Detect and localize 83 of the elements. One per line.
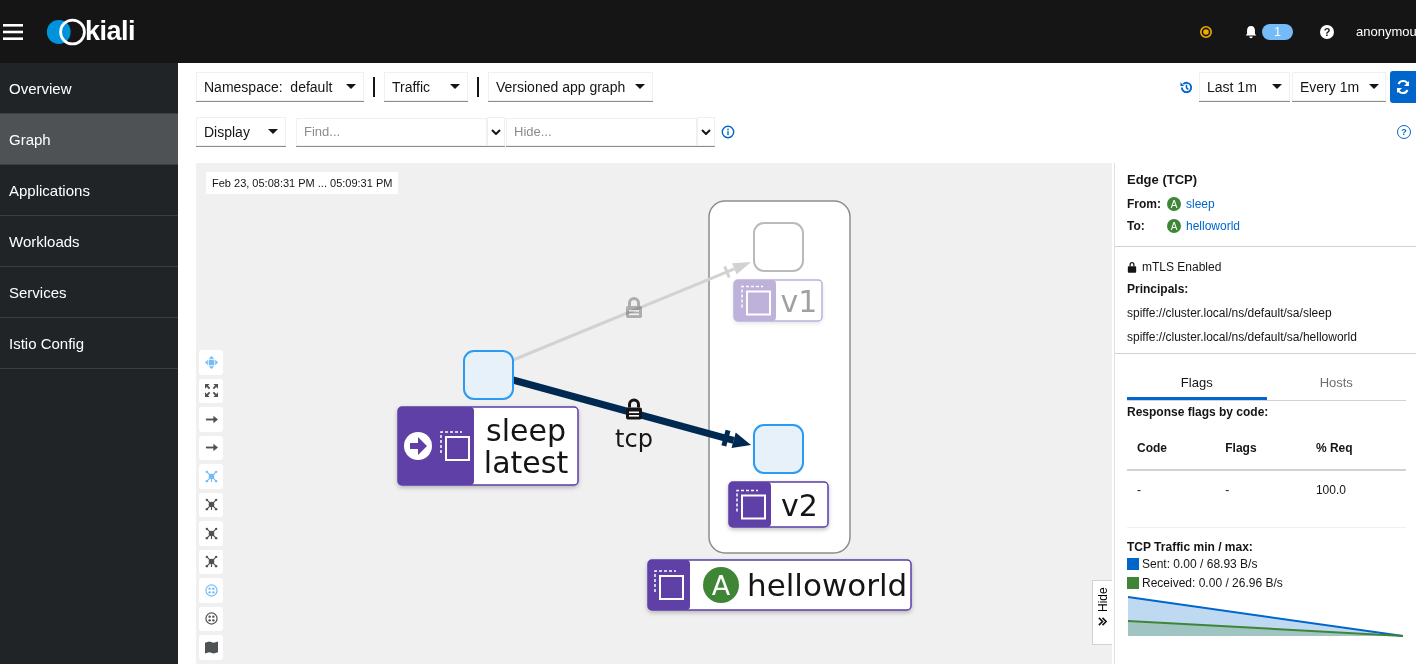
cluster-icon[interactable] [204, 498, 218, 512]
column-header: % Req [1305, 427, 1406, 470]
to-link[interactable]: helloworld [1186, 219, 1241, 233]
column-header: Code [1127, 427, 1216, 470]
menu-icon[interactable] [3, 23, 23, 40]
cluster-tool-button[interactable] [199, 549, 223, 574]
fit-tool-button[interactable] [199, 378, 223, 403]
refresh-button[interactable] [1390, 71, 1416, 103]
workload-icon [654, 570, 684, 600]
app-label: helloworld [747, 567, 908, 603]
logo-text[interactable]: kiali [85, 16, 136, 47]
legend-label: Received: 0.00 / 26.96 B/s [1142, 575, 1283, 590]
table-cell: 100.0 [1305, 470, 1406, 528]
flags-title: Response flags by code: [1127, 405, 1270, 419]
find-toggle-button[interactable] [487, 117, 505, 147]
app-badge-letter: A [711, 570, 731, 601]
arrow-tool-button[interactable] [199, 435, 223, 460]
hide-toggle-button[interactable] [697, 117, 715, 147]
workload-node[interactable] [463, 350, 514, 400]
map-tool-button[interactable] [199, 635, 223, 660]
user-name[interactable]: anonymou [1356, 24, 1416, 39]
cluster-tool-button[interactable] [199, 492, 223, 517]
arrow-tool-button[interactable] [199, 407, 223, 432]
timestamp: Feb 23, 05:08:31 PM ... 05:09:31 PM [206, 172, 399, 194]
workload-node[interactable] [753, 222, 804, 272]
node-label: sleep latest [483, 413, 569, 480]
find-field[interactable]: Find... [296, 117, 487, 147]
hide-field[interactable]: Hide... [506, 117, 697, 147]
mtls-status: mTLS Enabled [1142, 260, 1222, 274]
refresh-icon[interactable] [1395, 79, 1411, 95]
to-label: To: [1127, 219, 1146, 233]
map-icon[interactable] [204, 640, 218, 654]
edge-label: tcp [615, 424, 653, 453]
principal: spiffe://cluster.local/ns/default/sa/sleep [1127, 306, 1333, 320]
traffic-title: TCP Traffic min / max: [1127, 540, 1254, 554]
workload-icon [736, 489, 766, 520]
app-badge: A [1167, 219, 1181, 233]
nav-item[interactable]: Istio Config [0, 318, 178, 369]
boxes-icon[interactable] [204, 612, 218, 626]
table-cell: - [1127, 470, 1216, 528]
logo-icon [45, 17, 89, 46]
hide-panel-tab[interactable]: Hide [1092, 580, 1112, 645]
history-icon[interactable] [1179, 79, 1194, 95]
bell-icon[interactable] [1244, 24, 1259, 39]
refresh-interval-dropdown[interactable]: Every 1m [1292, 72, 1386, 102]
from-label: From: [1127, 197, 1162, 211]
status-icon[interactable] [1198, 23, 1215, 40]
boxes-tool-button[interactable] [199, 606, 223, 631]
workload-icon [741, 285, 771, 316]
lock-icon [626, 398, 642, 420]
nav-item[interactable]: Services [0, 267, 178, 318]
app-badge: A [1167, 197, 1181, 211]
nav-item[interactable]: Applications [0, 165, 178, 216]
display-dropdown[interactable]: Display [196, 117, 286, 147]
column-header: Flags [1215, 427, 1306, 470]
principal: spiffe://cluster.local/ns/default/sa/helloworld [1127, 330, 1358, 344]
namespace-dropdown[interactable]: Namespace: default [196, 72, 364, 102]
chevron-down-icon[interactable] [491, 128, 501, 135]
lock-icon [1127, 261, 1137, 273]
cluster-icon[interactable] [204, 555, 218, 569]
nav-item[interactable]: Workloads [0, 216, 178, 267]
node-label: v2 [781, 487, 818, 523]
panel-title: Edge (TCP) [1127, 172, 1199, 187]
lock-icon [626, 297, 642, 318]
nav-item[interactable]: Graph [0, 114, 178, 165]
legend-label: Sent: 0.00 / 68.93 B/s [1142, 556, 1258, 571]
app-badge-icon [703, 567, 739, 603]
principals-label: Principals: [1127, 282, 1190, 296]
chevron-down-icon[interactable] [701, 128, 711, 135]
double-chevron-icon[interactable] [1098, 617, 1107, 626]
graph-type-dropdown[interactable]: Versioned app graph [488, 72, 653, 102]
from-link[interactable]: sleep [1186, 197, 1215, 211]
info-icon[interactable] [721, 125, 735, 139]
traffic-dropdown[interactable]: Traffic [384, 72, 468, 102]
table-cell: - [1215, 470, 1306, 528]
fit-icon[interactable] [204, 384, 218, 398]
time-range-dropdown[interactable]: Last 1m [1199, 72, 1290, 102]
help-icon[interactable]: ? [1320, 24, 1334, 39]
node-label: v1 [780, 283, 818, 319]
workload-node[interactable] [753, 424, 804, 474]
cluster-tool-button[interactable] [199, 521, 223, 546]
workload-icon [440, 431, 470, 461]
cluster-icon[interactable] [204, 526, 218, 540]
